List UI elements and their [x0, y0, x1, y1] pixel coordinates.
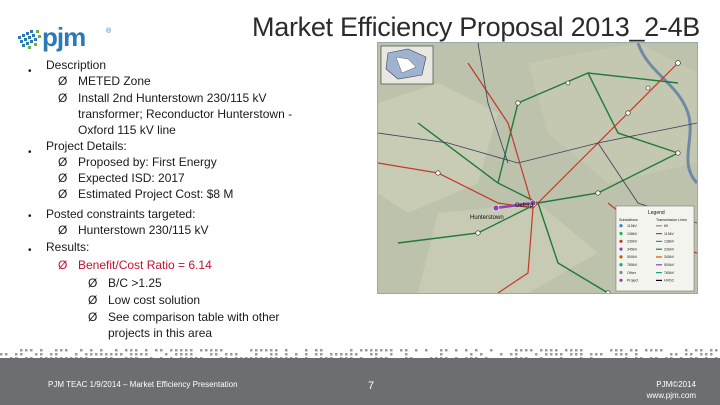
legend-item-label: 115kV: [664, 232, 675, 236]
project-description-line2: transformer; Reconductor Hunterstown -: [78, 106, 292, 123]
benefit-cost-ratio-text: Benefit/Cost Ratio = 6.14: [78, 257, 212, 274]
legend-swatch-icon: [619, 279, 622, 282]
hunterstown-substation-icon: [493, 205, 499, 211]
copyright-text: PJM©2014: [647, 379, 696, 390]
estimated-cost-text: Estimated Project Cost: $8 M: [78, 186, 233, 203]
map-canvas: Hunterstown Oxford Legend Substations Tr…: [378, 43, 697, 293]
legend-item-label: 765kV: [627, 263, 638, 267]
svg-text:Transmission Lines: Transmission Lines: [656, 218, 687, 222]
footer-bar: PJM TEAC 1/9/2014 – Market Efficiency Pr…: [0, 358, 720, 405]
oxford-label: Oxford: [515, 203, 533, 209]
legend-swatch-icon: [619, 255, 622, 258]
legend-item-label: 345kV: [627, 247, 638, 251]
legend-swatch-icon: [619, 224, 622, 227]
arrow-bullet-icon: Ø: [88, 309, 97, 326]
legend-item-label: 115kV: [627, 224, 638, 228]
constraint-text: Hunterstown 230/115 kV: [78, 222, 209, 239]
legend-item-label: Other: [627, 271, 637, 275]
arrow-bullet-icon: Ø: [88, 292, 97, 309]
arrow-bullet-icon: Ø: [88, 275, 97, 292]
constraints-heading: Posted constraints targeted:: [46, 206, 195, 223]
zone-text: METED Zone: [78, 73, 151, 90]
arrow-bullet-icon: Ø: [58, 186, 67, 203]
legend-item-label: 500kV: [664, 263, 675, 267]
map-legend: Legend Substations Transmission Lines 11…: [616, 206, 694, 291]
arrow-bullet-icon: Ø: [58, 90, 67, 107]
website-text: www.pjm.com: [647, 390, 696, 401]
proposed-by-text: Proposed by: First Energy: [78, 154, 217, 171]
bullet-glyph: •: [28, 209, 32, 226]
project-description-line1: Install 2nd Hunterstown 230/115 kV: [78, 90, 267, 107]
legend-swatch-icon: [619, 271, 622, 274]
arrow-bullet-icon: Ø: [58, 73, 67, 90]
legend-item-label: 765kV: [664, 271, 675, 275]
results-heading: Results:: [46, 239, 89, 256]
legend-swatch-icon: [619, 232, 622, 235]
content-area: • Description Ø METED Zone Ø Install 2nd…: [0, 0, 370, 350]
page-number: 7: [368, 380, 374, 392]
comparison-line2: projects in this area: [108, 325, 212, 342]
low-cost-text: Low cost solution: [108, 292, 200, 309]
comparison-line1: See comparison table with other: [108, 309, 279, 326]
arrow-bullet-icon: Ø: [58, 154, 67, 171]
legend-item-label: 345kV: [664, 255, 675, 259]
bullet-glyph: •: [28, 243, 32, 260]
svg-text:Legend: Legend: [648, 210, 665, 216]
legend-swatch-icon: [619, 240, 622, 243]
footer-copyright: PJM©2014 www.pjm.com: [647, 379, 696, 401]
svg-text:Substations: Substations: [619, 218, 638, 222]
arrow-bullet-icon: Ø: [58, 222, 67, 239]
legend-item-label: 138kV: [627, 232, 638, 236]
legend-swatch-icon: [619, 248, 622, 251]
description-heading: Description: [46, 57, 106, 74]
legend-item-label: 500kV: [627, 255, 638, 259]
arrow-bullet-icon: Ø: [58, 170, 67, 187]
legend-swatch-icon: [619, 263, 622, 266]
legend-item-label: 138kV: [664, 240, 675, 244]
project-description-line3: Oxford 115 kV line: [78, 122, 176, 139]
legend-item-label: 230kV: [664, 247, 675, 251]
arrow-bullet-icon: Ø: [58, 257, 67, 274]
legend-item-label: 69: [664, 224, 668, 228]
transmission-map: Hunterstown Oxford Legend Substations Tr…: [377, 42, 698, 294]
project-details-heading: Project Details:: [46, 138, 127, 155]
legend-item-label: HVDC: [664, 279, 675, 283]
expected-isd-text: Expected ISD: 2017: [78, 170, 185, 187]
bc-threshold-text: B/C >1.25: [108, 275, 162, 292]
bullet-glyph: •: [28, 64, 32, 81]
hunterstown-label: Hunterstown: [470, 215, 504, 221]
bullet-glyph: •: [28, 145, 32, 162]
legend-item-label: 230kV: [627, 240, 638, 244]
legend-item-label: Project: [627, 279, 638, 283]
footer-presentation-text: PJM TEAC 1/9/2014 – Market Efficiency Pr…: [48, 380, 238, 389]
